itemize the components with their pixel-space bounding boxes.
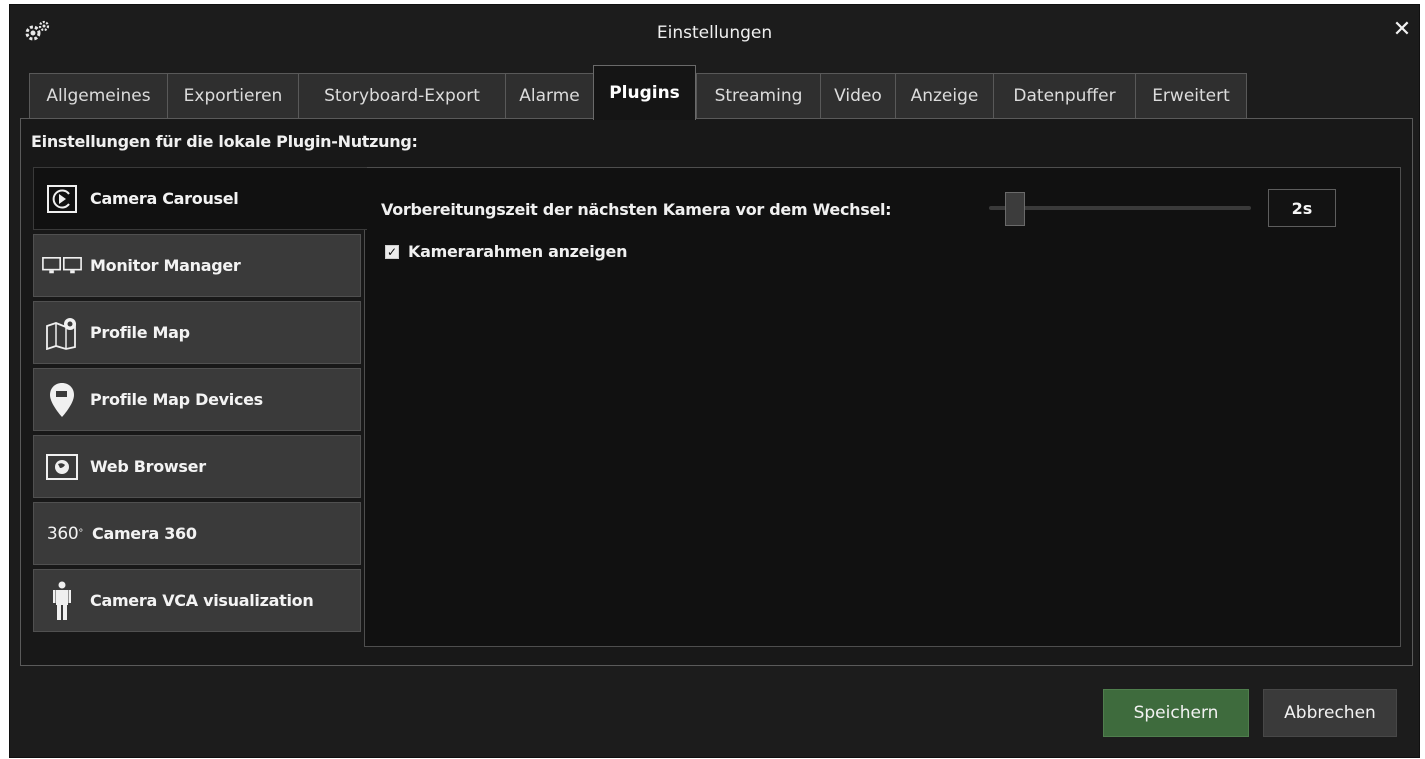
tab-anzeige[interactable]: Anzeige: [895, 73, 994, 118]
plugin-label: Camera VCA visualization: [90, 591, 314, 610]
plugin-item-monitor-manager[interactable]: Monitor Manager: [33, 234, 361, 297]
plugin-item-web-browser[interactable]: Web Browser: [33, 435, 361, 498]
tab-storyboard-export[interactable]: Storyboard-Export: [298, 73, 506, 118]
plugins-panel: Einstellungen für die lokale Plugin-Nutz…: [20, 118, 1413, 666]
slider-thumb[interactable]: [1005, 192, 1025, 226]
close-icon[interactable]: ✕: [1391, 19, 1413, 41]
slider-track[interactable]: [989, 206, 1251, 210]
slider-value-field[interactable]: 2s: [1268, 189, 1336, 227]
360-icon: 360 °: [42, 514, 88, 554]
checkbox-label: Kamerarahmen anzeigen: [408, 242, 628, 261]
tab-exportieren[interactable]: Exportieren: [167, 73, 299, 118]
monitors-icon: [42, 246, 82, 286]
person-icon: [42, 581, 82, 621]
plugin-item-profile-map-devices[interactable]: Profile Map Devices: [33, 368, 361, 431]
carousel-icon: [42, 179, 82, 219]
plugin-label: Profile Map Devices: [90, 390, 263, 409]
title-bar: Einstellungen ✕: [10, 5, 1419, 61]
tab-plugins[interactable]: Plugins: [593, 65, 696, 120]
degree-icon: °: [78, 528, 84, 539]
cancel-button[interactable]: Abbrechen: [1263, 689, 1397, 737]
360-icon-text: 360: [46, 523, 79, 544]
map-pin-icon: [42, 380, 82, 420]
show-camera-frame-option[interactable]: ✓ Kamerarahmen anzeigen: [385, 242, 628, 261]
plugin-label: Camera Carousel: [90, 189, 239, 208]
tab-allgemeines[interactable]: Allgemeines: [29, 73, 168, 118]
plugin-label: Web Browser: [90, 457, 206, 476]
plugin-item-profile-map[interactable]: Profile Map: [33, 301, 361, 364]
plugin-item-camera-carousel[interactable]: Camera Carousel: [33, 167, 367, 230]
tab-alarme[interactable]: Alarme: [505, 73, 594, 118]
panel-heading: Einstellungen für die lokale Plugin-Nutz…: [31, 132, 418, 151]
plugin-label: Camera 360: [92, 524, 197, 543]
tab-video[interactable]: Video: [820, 73, 896, 118]
map-icon: [42, 313, 82, 353]
plugin-item-camera-vca-visualization[interactable]: Camera VCA visualization: [33, 569, 361, 632]
plugin-item-camera-360[interactable]: 360 ° Camera 360: [33, 502, 361, 565]
window-title: Einstellungen: [656, 23, 773, 43]
settings-dialog: Einstellungen ✕ Allgemeines Exportieren …: [9, 4, 1420, 758]
save-button[interactable]: Speichern: [1103, 689, 1249, 737]
plugin-label: Monitor Manager: [90, 256, 241, 275]
globe-icon: [42, 447, 82, 487]
plugin-label: Profile Map: [90, 323, 190, 342]
tab-datenpuffer[interactable]: Datenpuffer: [993, 73, 1136, 118]
checkbox-checked-icon[interactable]: ✓: [385, 244, 399, 259]
settings-gear-icon: [25, 20, 50, 41]
tab-streaming[interactable]: Streaming: [696, 73, 821, 118]
plugin-settings-content: Vorbereitungszeit der nächsten Kamera vo…: [364, 167, 1401, 647]
tab-erweitert[interactable]: Erweitert: [1135, 73, 1247, 118]
slider-label: Vorbereitungszeit der nächsten Kamera vo…: [381, 200, 892, 219]
